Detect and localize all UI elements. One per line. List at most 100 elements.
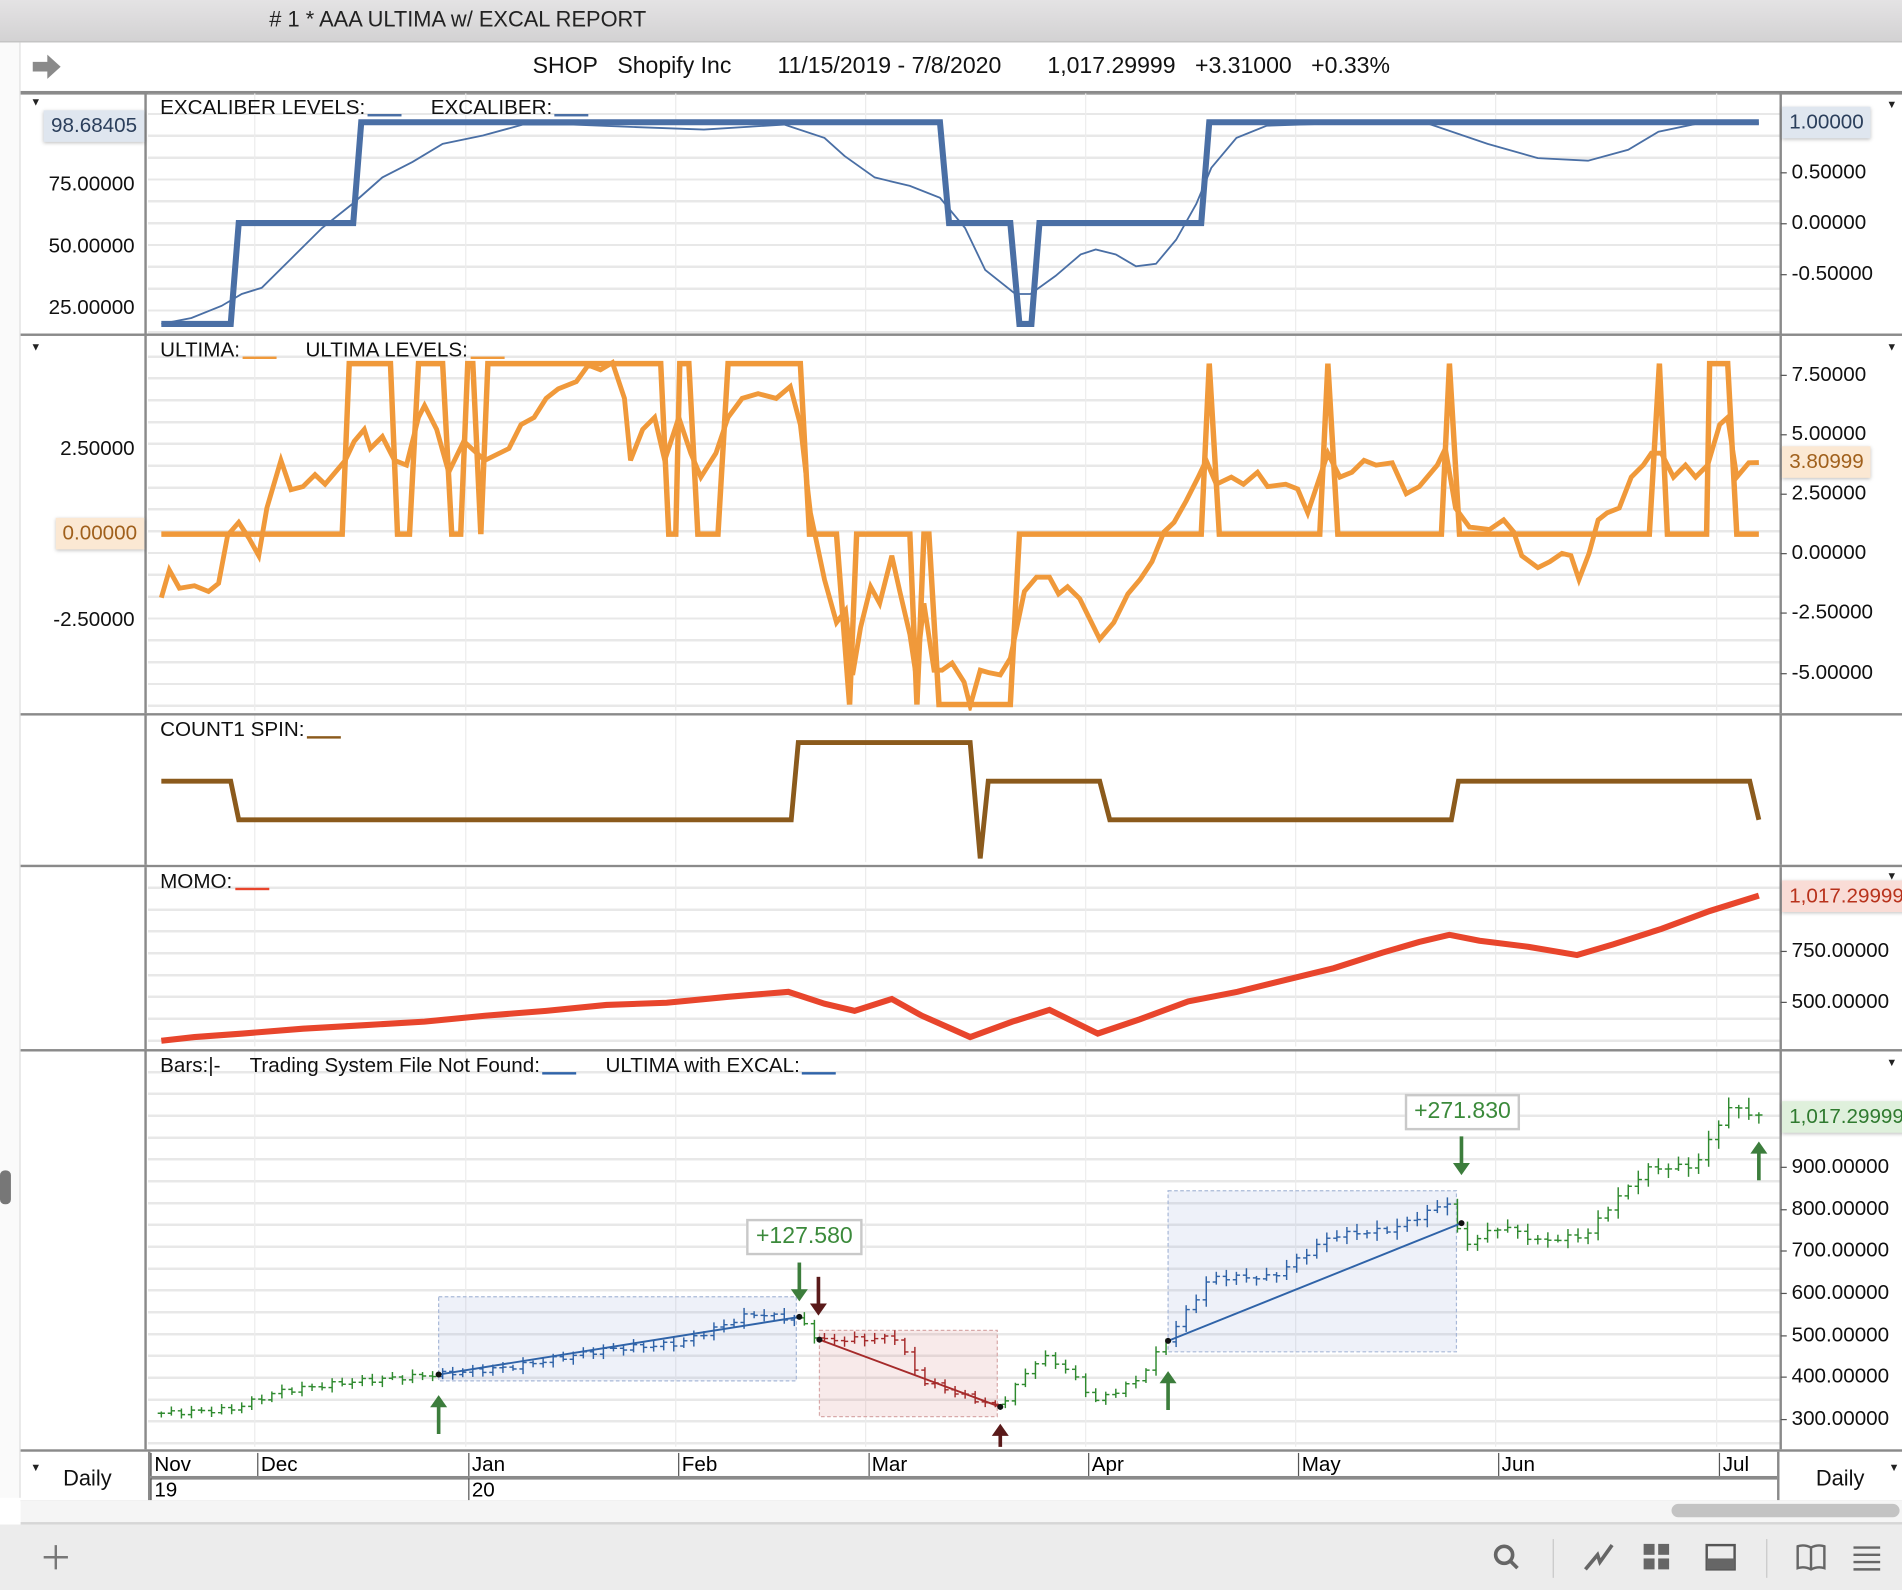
left-axis (21, 715, 147, 865)
window-title: # 1 * AAA ULTIMA w/ EXCAL REPORT (269, 7, 647, 32)
toolbar-separator (1766, 1539, 1768, 1578)
right-axis-tick-label: 0.00000 (1780, 541, 1867, 565)
legend-color-swatch (367, 114, 402, 117)
sell-arrow-icon (790, 1262, 808, 1302)
sell-arrow-icon (1452, 1136, 1470, 1176)
price-bar (157, 1411, 165, 1418)
left-axis-tick-label: 75.00000 (48, 172, 135, 196)
ultima-plot[interactable]: ULTIMA: ULTIMA LEVELS: (147, 335, 1780, 714)
arrow-head (1452, 1163, 1470, 1176)
buy-arrow-icon (1159, 1371, 1177, 1410)
legend-item[interactable]: EXCALIBER: (431, 96, 589, 119)
excaliber-plot[interactable]: EXCALIBER LEVELS: EXCALIBER: (147, 93, 1780, 334)
legend-item[interactable]: ULTIMA with EXCAL: (605, 1053, 837, 1077)
price-change-pct: +0.33% (1311, 53, 1390, 79)
legend-label: COUNT1 SPIN: (160, 717, 305, 742)
legend-color-swatch (470, 356, 505, 359)
price-bar (1132, 1375, 1140, 1389)
arrow-head (1750, 1141, 1768, 1154)
arrow-head (991, 1423, 1009, 1436)
date-axis: ▼ Daily Nov Dec Jan Feb Mar Apr May Jun Jul 19 20 … (20, 1451, 1902, 1502)
right-axis-tick-label: 750.00000 (1780, 938, 1890, 962)
periodicity-left[interactable]: Daily (63, 1466, 112, 1491)
legend-item[interactable]: ULTIMA LEVELS: (305, 338, 505, 361)
periodicity-caret-icon[interactable]: ▼ (30, 1461, 41, 1473)
momo-panel: MOMO: ▼ 750.00000 500.00000 1,017.29999 (20, 867, 1902, 1052)
left-axis-tick-label: 50.00000 (48, 234, 135, 258)
add-icon[interactable] (41, 1543, 70, 1578)
trade-point (796, 1313, 803, 1320)
left-resize-handle[interactable] (0, 1170, 11, 1205)
price-bar (207, 1406, 216, 1417)
legend-item[interactable]: MOMO: (160, 870, 269, 893)
panel-menu-caret-icon[interactable]: ▼ (1886, 1056, 1897, 1068)
month-label: Nov (150, 1452, 191, 1476)
grid-layout-icon[interactable] (1642, 1543, 1671, 1578)
count1-spin-plot[interactable]: COUNT1 SPIN: (147, 715, 1780, 865)
periodicity-caret-icon[interactable]: ▼ (1889, 1461, 1900, 1473)
panel-legend: ULTIMA: ULTIMA LEVELS: (160, 338, 533, 362)
price-bar (1745, 1097, 1753, 1120)
scrollbar-thumb[interactable] (1671, 1503, 1900, 1518)
search-icon[interactable] (1492, 1543, 1521, 1578)
horizontal-scrollbar[interactable] (20, 1500, 1902, 1525)
price-bar (1684, 1157, 1693, 1177)
momo-plot[interactable]: MOMO: (147, 867, 1780, 1050)
excaliber-svg (161, 93, 1759, 332)
title-bar: # 1 * AAA ULTIMA w/ EXCAL REPORT (0, 0, 1902, 43)
price-bar (1041, 1350, 1050, 1367)
legend-item[interactable]: COUNT1 SPIN: (160, 718, 341, 741)
panel-menu-caret-icon[interactable]: ▼ (1886, 98, 1897, 110)
arrow-head (430, 1395, 448, 1408)
legend-label: EXCALIBER LEVELS: (160, 95, 366, 119)
line-chart-icon[interactable] (1583, 1543, 1615, 1578)
price-bar (408, 1369, 417, 1384)
panel-menu-caret-icon[interactable]: ▼ (1886, 341, 1897, 353)
trade-profit-label: +127.580 (746, 1218, 863, 1255)
right-axis-tick-label: -5.00000 (1780, 660, 1874, 684)
legend-item[interactable]: ULTIMA: (160, 338, 277, 361)
panel-menu-caret-icon[interactable]: ▼ (30, 96, 41, 108)
left-axis-tick-label: 2.50000 (60, 436, 135, 460)
trade-point (816, 1336, 823, 1343)
left-axis-current-value: 0.00000 (55, 518, 145, 550)
month-label: Feb (678, 1452, 717, 1476)
right-axis (1779, 715, 1902, 865)
right-axis-tick-label: 600.00000 (1780, 1280, 1890, 1304)
buy-arrow-icon (1750, 1141, 1768, 1181)
count1-spin-svg (161, 715, 1762, 863)
price-bar (1664, 1163, 1673, 1179)
bars-style-glyph: |- (208, 1053, 221, 1077)
price-bar (298, 1381, 306, 1397)
right-axis-tick-label: 900.00000 (1780, 1154, 1890, 1178)
price-bar (1021, 1368, 1030, 1388)
legend-label: MOMO: (160, 869, 233, 893)
price-bar (228, 1404, 236, 1415)
list-menu-icon[interactable] (1852, 1543, 1881, 1578)
price-plot[interactable]: Bars:|- Trading System File Not Found: ULT… (147, 1051, 1780, 1450)
legend-item[interactable]: Trading System File Not Found: (250, 1054, 577, 1077)
month-label: Jan (468, 1452, 505, 1476)
legend-label: Trading System File Not Found: (249, 1053, 540, 1077)
legend-label: ULTIMA with EXCAL: (605, 1053, 800, 1077)
price-bar (1082, 1373, 1090, 1398)
bottom-toolbar (0, 1524, 1902, 1590)
price-bar (1514, 1224, 1522, 1239)
periodicity-right[interactable]: Daily (1816, 1466, 1865, 1491)
legend-item[interactable]: Bars:|- (160, 1054, 220, 1077)
momo-svg (160, 867, 1760, 1047)
panel-layout-icon[interactable] (1705, 1543, 1737, 1578)
price-bar (1463, 1221, 1472, 1251)
symbol-header: SHOP Shopify Inc 11/15/2019 - 7/8/2020 1,01… (20, 42, 1902, 95)
book-icon[interactable] (1795, 1543, 1827, 1578)
count1-spin-line (161, 740, 1762, 859)
left-axis-tick-label: 25.00000 (48, 296, 135, 320)
price-bar (1674, 1156, 1683, 1172)
month-label: Mar (868, 1452, 907, 1476)
right-axis-tick-label: -2.50000 (1780, 600, 1874, 624)
right-axis-tick-label: 700.00000 (1780, 1238, 1890, 1262)
legend-color-swatch (306, 736, 341, 739)
price-change: +3.31000 (1194, 53, 1292, 79)
panel-menu-caret-icon[interactable]: ▼ (30, 341, 41, 353)
legend-item[interactable]: EXCALIBER LEVELS: (160, 96, 402, 119)
